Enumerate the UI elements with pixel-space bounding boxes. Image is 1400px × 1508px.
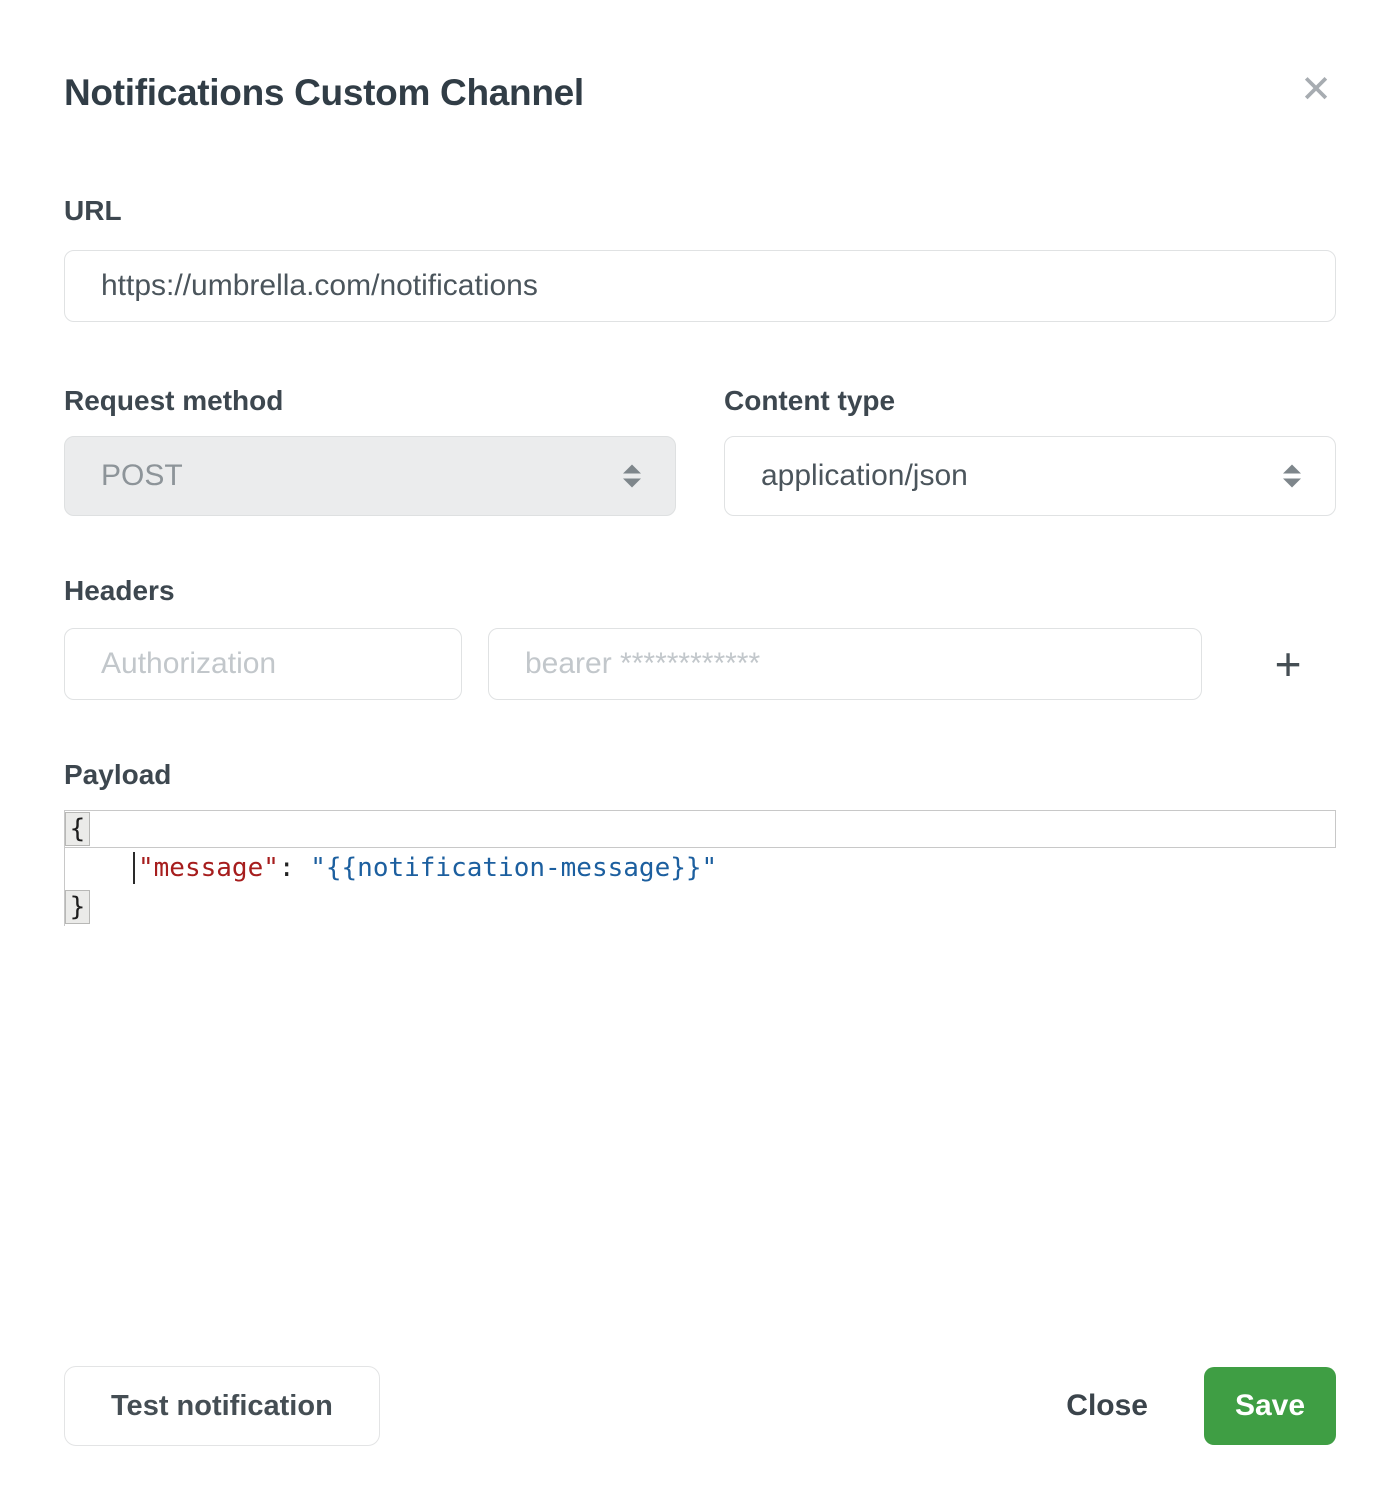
- url-input[interactable]: [64, 250, 1336, 322]
- code-line-body: "message": "{{notification-message}}": [64, 848, 1336, 888]
- header-row: +: [64, 628, 1336, 700]
- json-separator: :: [279, 853, 310, 883]
- header-name-input[interactable]: [64, 628, 462, 700]
- dialog-title: Notifications Custom Channel: [64, 72, 1336, 114]
- close-button[interactable]: Close: [1066, 1389, 1148, 1423]
- payload-code-editor[interactable]: { "message": "{{notification-message}}" …: [64, 810, 1336, 926]
- content-type-label: Content type: [724, 386, 1336, 416]
- close-icon[interactable]: ✕: [1292, 66, 1340, 114]
- json-key: "message": [138, 853, 279, 883]
- request-method-select[interactable]: POST: [64, 436, 676, 516]
- test-notification-button[interactable]: Test notification: [64, 1366, 380, 1446]
- code-line-open: {: [64, 810, 1336, 848]
- code-line-close: }: [64, 888, 1336, 926]
- request-method-value: POST: [101, 459, 183, 493]
- matching-bracket-open: {: [65, 812, 90, 846]
- header-value-input[interactable]: [488, 628, 1202, 700]
- text-cursor: [133, 852, 135, 884]
- matching-bracket-close: }: [65, 890, 90, 924]
- content-type-value: application/json: [761, 459, 968, 493]
- add-header-icon[interactable]: +: [1264, 634, 1312, 694]
- url-label: URL: [64, 196, 1336, 226]
- chevron-updown-icon: [1283, 465, 1301, 488]
- chevron-updown-icon: [623, 465, 641, 488]
- json-value: "{{notification-message}}": [310, 853, 717, 883]
- headers-label: Headers: [64, 576, 1336, 606]
- content-type-select[interactable]: application/json: [724, 436, 1336, 516]
- save-button[interactable]: Save: [1204, 1367, 1336, 1445]
- payload-label: Payload: [64, 760, 1336, 790]
- request-method-label: Request method: [64, 386, 676, 416]
- dialog-footer: Test notification Close Save: [64, 1366, 1336, 1446]
- notifications-custom-channel-dialog: Notifications Custom Channel ✕ URL Reque…: [0, 0, 1400, 1508]
- dialog-header: Notifications Custom Channel ✕: [64, 72, 1336, 114]
